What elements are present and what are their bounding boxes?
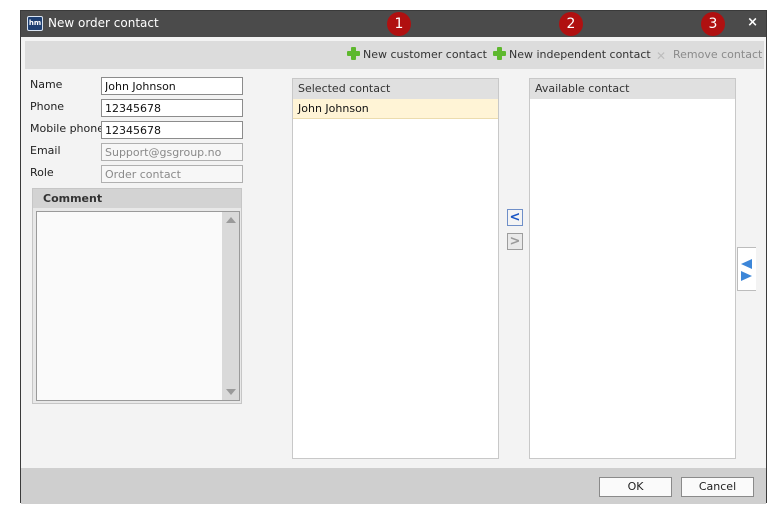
new-independent-contact-label: New independent contact xyxy=(509,48,651,61)
comment-textarea[interactable] xyxy=(36,211,240,401)
selected-contact-header: Selected contact xyxy=(293,79,498,99)
mobile-phone-input[interactable] xyxy=(101,121,243,139)
role-label: Role xyxy=(30,166,54,179)
scroll-down-icon[interactable] xyxy=(226,389,236,395)
new-independent-contact-button[interactable]: New independent contact xyxy=(493,47,651,63)
new-customer-contact-button[interactable]: New customer contact xyxy=(347,47,487,63)
scroll-up-icon[interactable] xyxy=(226,217,236,223)
phone-label: Phone xyxy=(30,100,65,113)
name-label: Name xyxy=(30,78,63,91)
dialog-footer: OK Cancel xyxy=(21,468,766,504)
window-title: New order contact xyxy=(48,16,159,30)
move-right-button[interactable]: > xyxy=(507,233,523,250)
phone-input[interactable] xyxy=(101,99,243,117)
close-icon[interactable]: × xyxy=(747,15,758,30)
remove-icon: ✕ xyxy=(656,49,667,63)
plus-icon xyxy=(493,47,506,60)
app-icon: hm xyxy=(27,16,43,31)
email-input xyxy=(101,143,243,161)
remove-contact-label: Remove contact xyxy=(673,48,763,61)
chevron-left-icon: < xyxy=(509,210,521,225)
dialog-window: hm New order contact × 1 2 3 New custome… xyxy=(20,10,767,504)
toolbar: New customer contact New independent con… xyxy=(25,41,764,69)
comment-header: Comment xyxy=(33,189,241,208)
selected-contact-list[interactable]: Selected contact John Johnson xyxy=(292,78,499,459)
comment-group: Comment xyxy=(32,188,242,404)
swap-panels-button[interactable] xyxy=(737,247,756,291)
chevron-right-icon: > xyxy=(509,234,521,249)
new-customer-contact-label: New customer contact xyxy=(363,48,487,61)
available-contact-list[interactable]: Available contact xyxy=(529,78,736,459)
callout-badge-3: 3 xyxy=(701,12,725,36)
email-label: Email xyxy=(30,144,61,157)
mobile-phone-label: Mobile phone xyxy=(30,122,105,135)
plus-icon xyxy=(347,47,360,60)
callout-badge-2: 2 xyxy=(559,12,583,36)
cancel-button[interactable]: Cancel xyxy=(681,477,754,497)
available-contact-header: Available contact xyxy=(530,79,735,99)
ok-button[interactable]: OK xyxy=(599,477,672,497)
move-left-button[interactable]: < xyxy=(507,209,523,226)
remove-contact-button[interactable]: ✕ Remove contact xyxy=(656,47,762,63)
list-item[interactable]: John Johnson xyxy=(293,99,498,119)
callout-badge-1: 1 xyxy=(387,12,411,36)
name-input[interactable] xyxy=(101,77,243,95)
role-input xyxy=(101,165,243,183)
comment-scrollbar[interactable] xyxy=(222,212,239,400)
